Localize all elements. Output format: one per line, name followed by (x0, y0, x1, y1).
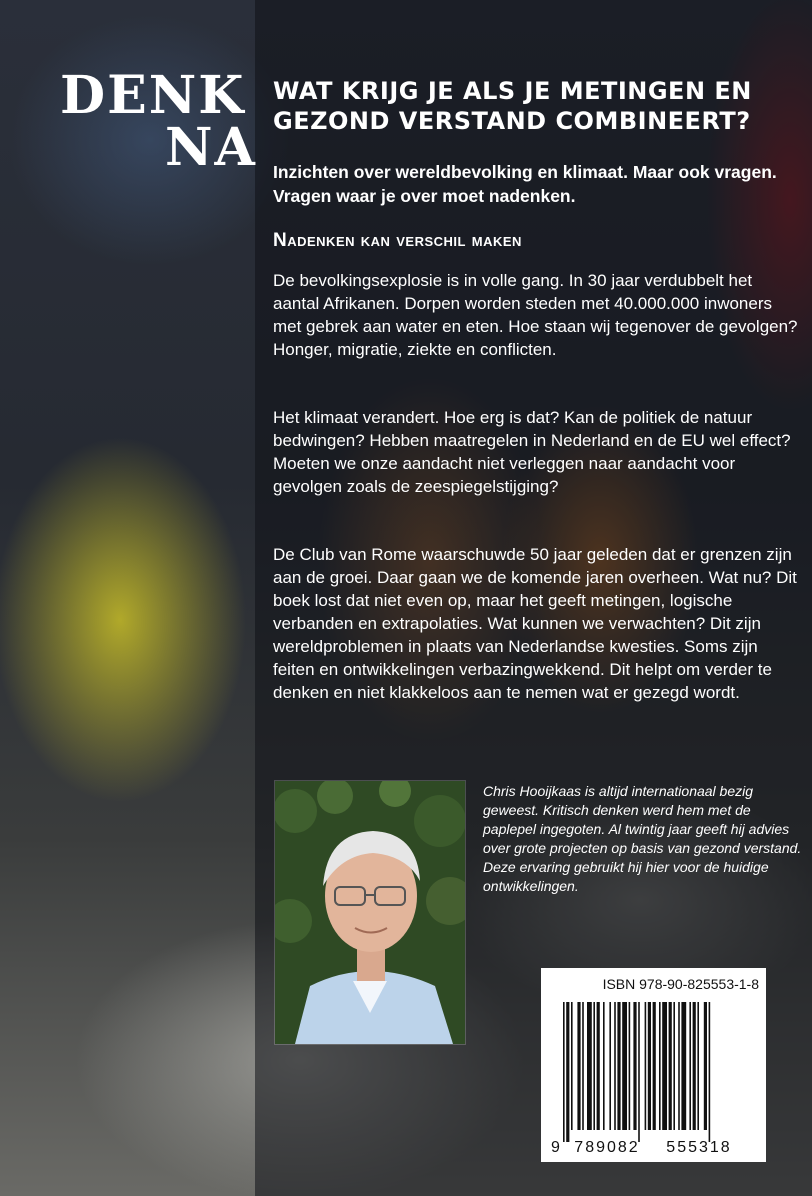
barcode-bar (659, 1002, 661, 1130)
body-paragraph-club-of-rome: De Club van Rome waarschuwde 50 jaar gel… (273, 545, 797, 702)
body-paragraph-population: De bevolkingsexplosie is in volle gang. … (273, 271, 798, 359)
barcode-bar (596, 1002, 600, 1130)
barcode-bar (708, 1002, 711, 1142)
barcode-bar (622, 1002, 627, 1130)
barcode-bar (571, 1002, 573, 1130)
barcode-bar (697, 1002, 699, 1130)
barcode-bar (703, 1002, 707, 1130)
barcode-bar (563, 1002, 565, 1142)
barcode-bar (681, 1002, 687, 1130)
section-title: Nadenken kan verschil maken (273, 230, 522, 251)
barcode-digits-right: 555318 (666, 1139, 731, 1156)
author-photo (274, 780, 466, 1045)
barcode-bar (652, 1002, 656, 1130)
barcode-bars (563, 1002, 711, 1142)
barcode-bar (617, 1002, 621, 1130)
barcode-bar (603, 1002, 605, 1130)
barcode-bar (609, 1002, 611, 1130)
barcode-bar (644, 1002, 647, 1130)
barcode-bar (593, 1002, 595, 1130)
isbn-label: ISBN 978-90-825553-1-8 (602, 976, 759, 992)
barcode-bar (582, 1002, 584, 1130)
barcode-bar (638, 1002, 640, 1142)
author-bio: Chris Hooijkaas is altijd internationaal… (483, 783, 802, 894)
barcode-bar (628, 1002, 631, 1130)
logo-word-na: NA (165, 117, 257, 178)
isbn-barcode: 9 789082 555318 (551, 1002, 731, 1156)
barcode-bar (647, 1002, 651, 1130)
barcode-bar (678, 1002, 680, 1130)
barcode-box: ISBN 978-90-825553-1-8 9 789082 555318 (541, 968, 766, 1162)
barcode-bar (692, 1002, 696, 1130)
barcode-bar (662, 1002, 667, 1130)
subtitle: Inzichten over wereldbevolking en klimaa… (273, 162, 777, 206)
barcode-bar (633, 1002, 637, 1130)
barcode-digits-left: 789082 (574, 1139, 639, 1156)
author-portrait-image (275, 781, 465, 1044)
barcode-bar (566, 1002, 570, 1142)
barcode-bar (577, 1002, 581, 1130)
body-paragraph-climate: Het klimaat verandert. Hoe erg is dat? K… (273, 408, 791, 496)
logo-word-denk: DENK (60, 65, 246, 126)
barcode-bar (689, 1002, 691, 1130)
barcode-bar (587, 1002, 592, 1130)
barcode-bar (668, 1002, 672, 1130)
barcode-bar (673, 1002, 675, 1130)
headline: WAT KRIJG JE ALS JE METINGEN EN GEZOND V… (273, 77, 752, 135)
barcode-digit-first: 9 (551, 1139, 560, 1156)
barcode-bar (614, 1002, 616, 1130)
